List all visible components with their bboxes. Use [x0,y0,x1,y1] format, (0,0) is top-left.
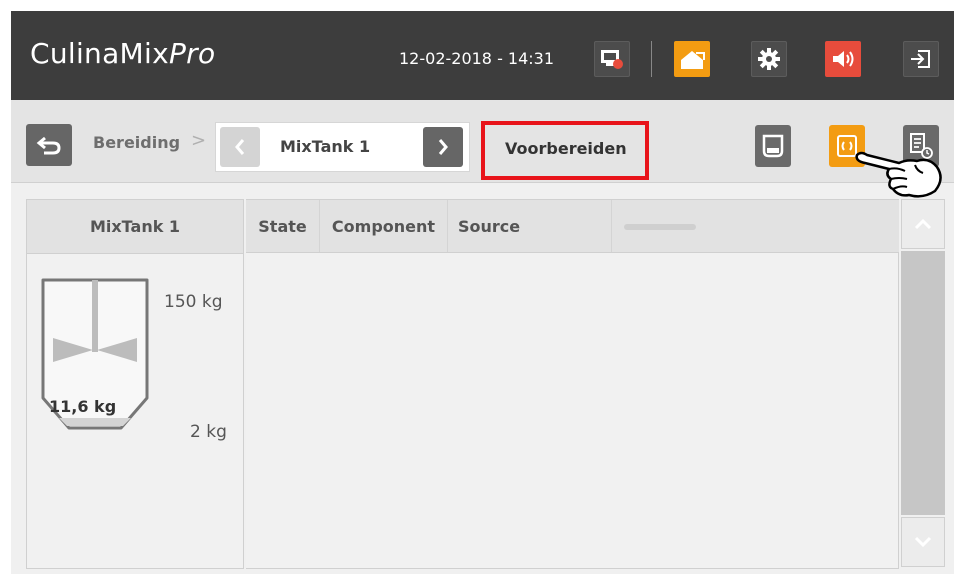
table-scrollbar[interactable] [899,199,947,569]
back-arrow-icon [36,136,61,155]
chevron-up-icon [914,218,932,230]
app-title-main: CulinaMix [30,37,169,70]
speaker-icon [833,51,854,67]
home-icon [681,51,705,69]
toolbar-divider [651,41,652,77]
tank-max-level: 150 kg [164,292,223,312]
home-button[interactable] [674,41,710,77]
table-header: State Component Source [246,200,899,253]
app-title-italic: Pro [168,37,216,70]
column-header-state[interactable]: State [246,200,320,252]
current-step-label: Voorbereiden [505,139,627,158]
datetime: 12-02-2018 - 14:31 [399,49,555,68]
navigation-bar: Bereiding > MixTank 1 Voorbereiden [11,100,954,198]
tank-selector-label: MixTank 1 [280,137,371,156]
breadcrumb-separator: > [191,130,207,151]
tank-current-weight: 11,6 kg [49,397,117,416]
top-bar: CulinaMixPro 12-02-2018 - 14:31 [11,11,954,100]
scroll-down-button[interactable] [901,517,945,567]
current-step-highlight[interactable]: Voorbereiden [481,121,649,180]
screen-alert-button[interactable] [594,41,630,77]
previous-tank-button[interactable] [220,127,260,167]
pointing-hand-icon [855,151,942,198]
chevron-down-icon [914,536,932,548]
tank-panel-title: MixTank 1 [27,200,243,254]
screen-alert-icon [601,50,623,69]
settings-button[interactable] [751,41,787,77]
back-button[interactable] [26,124,72,166]
tank-panel: MixTank 1 150 kg 11,6 kg 2 kg [26,199,244,569]
scroll-up-button[interactable] [901,199,945,249]
screen: CulinaMixPro 12-02-2018 - 14:31 Bereidin… [11,11,954,574]
app-title: CulinaMixPro [30,37,215,70]
logout-button[interactable] [903,41,939,77]
next-tank-button[interactable] [423,127,463,167]
breadcrumb[interactable]: Bereiding [93,133,180,152]
sound-button[interactable] [825,41,861,77]
column-placeholder-bar [624,224,696,230]
logout-icon [911,50,930,68]
component-table: State Component Source [246,199,899,569]
chevron-right-icon [438,139,448,155]
tank-selector: MixTank 1 [215,122,470,172]
tank-icon [762,134,784,158]
gear-icon [758,48,780,70]
chevron-left-icon [235,139,245,155]
scrollbar-track[interactable] [901,251,945,515]
tank-min-level: 2 kg [190,422,227,442]
tank-view-button[interactable] [755,125,791,167]
column-header-component[interactable]: Component [320,200,448,252]
column-header-source[interactable]: Source [448,200,612,252]
